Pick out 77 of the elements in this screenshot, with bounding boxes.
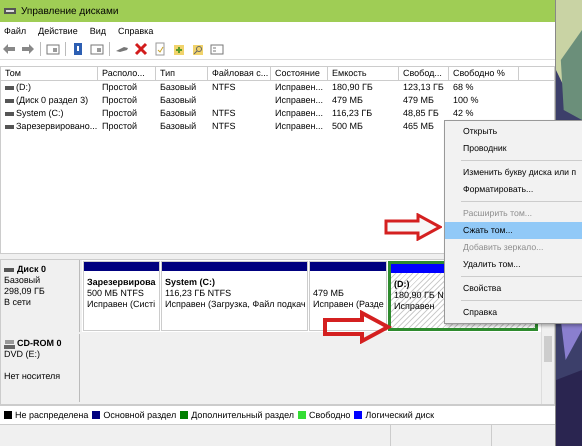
column-header[interactable]: Файловая с... [208, 67, 271, 80]
table-cell: 465 МБ [403, 121, 434, 131]
menu-item[interactable]: Изменить букву диска или п [445, 164, 582, 181]
partition-info: 479 МБ [313, 288, 344, 299]
column-header[interactable]: Свобод... [399, 67, 449, 80]
disk-info: 298,09 ГБ [4, 286, 46, 297]
table-cell: 116,23 ГБ [332, 108, 372, 118]
table-cell: 500 МБ [332, 121, 363, 131]
table-cell: Исправен... [275, 95, 324, 105]
legend-label: Дополнительный раздел [191, 410, 294, 420]
menu-item[interactable]: Действие [38, 24, 78, 36]
partition-info: 180,90 ГБ N [394, 290, 444, 301]
partition-info: Исправен (Загрузка, Файл подкач [165, 299, 306, 310]
table-cell: Базовый [160, 121, 196, 131]
window-title: Управление дисками [21, 6, 118, 16]
table-cell: Исправен... [275, 82, 324, 92]
partition-info: Исправен (Разде [313, 299, 384, 310]
partition[interactable]: System (C:) 116,23 ГБ NTFS Исправен (Загрузка, Файл подкач [161, 261, 308, 331]
disk-name: Диск 0 [17, 264, 46, 275]
column-header[interactable]: Состояние [271, 67, 328, 80]
disk-status: Нет носителя [4, 371, 62, 382]
menu-item[interactable]: Сжать том... [445, 222, 582, 239]
table-cell: 180,90 ГБ [332, 82, 373, 92]
table-cell: 68 % [453, 82, 474, 92]
legend-label: Логический диск [365, 410, 434, 420]
menu-item[interactable]: Форматировать... [445, 181, 582, 198]
menu-item[interactable]: Справка [118, 24, 154, 36]
menu-item[interactable]: Свойства [445, 280, 582, 297]
table-cell: Базовый [160, 108, 196, 118]
table-cell: Зарезервировано... [16, 120, 98, 133]
menu-item[interactable]: Открыть [445, 123, 582, 140]
legend-label: Не распределена [15, 410, 88, 420]
table-cell: (Диск 0 раздел 3) [16, 94, 88, 107]
menu-item[interactable]: Проводник [445, 140, 582, 157]
menu-item[interactable]: Удалить том... [445, 256, 582, 273]
column-header[interactable]: Том [1, 67, 98, 80]
disk-status: В сети [4, 297, 32, 308]
column-header[interactable]: Свободно % [449, 67, 519, 80]
partition-info: 116,23 ГБ NTFS [165, 288, 232, 299]
table-cell: Простой [102, 82, 138, 92]
table-cell: Исправен... [275, 121, 324, 131]
column-header[interactable]: Емкость [328, 67, 399, 80]
partition-title: (D:) [394, 279, 410, 290]
table-cell: 123,13 ГБ [403, 82, 444, 92]
disk-name: CD-ROM 0 [17, 338, 62, 349]
menu-item[interactable]: Справка [445, 304, 582, 321]
table-cell: NTFS [212, 82, 236, 92]
table-cell: Базовый [160, 95, 196, 105]
partition-info: Исправен [394, 301, 435, 312]
table-cell: System (C:) [16, 107, 64, 120]
table-cell: Простой [102, 95, 138, 105]
disk-info: DVD (E:) [4, 349, 41, 360]
partition-title: Зарезервирова [87, 277, 156, 288]
table-cell: 100 % [453, 95, 479, 105]
table-cell: NTFS [212, 121, 236, 131]
partition-title: System (C:) [165, 277, 216, 288]
column-header[interactable]: Тип [156, 67, 208, 80]
table-cell: Простой [102, 121, 138, 131]
table-cell: Базовый [160, 82, 196, 92]
table-cell: 42 % [453, 108, 474, 118]
table-cell: 479 МБ [403, 95, 434, 105]
menu-item[interactable]: Вид [90, 24, 106, 36]
partition[interactable]: Зарезервирова 500 МБ NTFS Исправен (Систі [83, 261, 160, 331]
legend-label: Основной раздел [103, 410, 176, 420]
menu-item[interactable]: Файл [4, 24, 26, 36]
table-cell: (D:) [16, 81, 31, 94]
table-cell: Исправен... [275, 108, 324, 118]
partition-info: Исправен (Систі [87, 299, 156, 310]
table-cell: 479 МБ [332, 95, 363, 105]
partition-info: 500 МБ NTFS [87, 288, 144, 299]
table-cell: Простой [102, 108, 138, 118]
legend-label: Свободно [309, 410, 350, 420]
table-cell: 48,85 ГБ [403, 108, 439, 118]
table-cell: NTFS [212, 108, 236, 118]
partition[interactable]: 479 МБ Исправен (Разде [309, 261, 387, 331]
column-header[interactable]: Располо... [98, 67, 156, 80]
disk-info: Базовый [4, 275, 42, 286]
